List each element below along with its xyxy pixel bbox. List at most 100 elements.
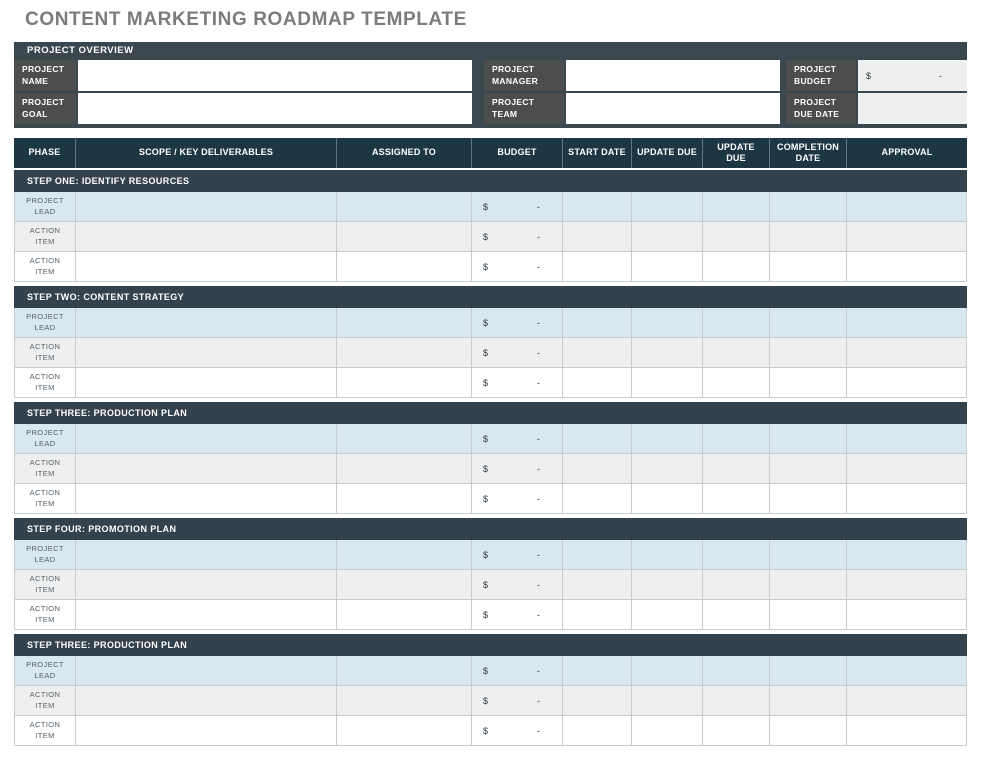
assigned-to-cell[interactable]: [337, 424, 472, 454]
scope-cell[interactable]: [76, 454, 337, 484]
start-date-cell[interactable]: [563, 424, 632, 454]
start-date-cell[interactable]: [563, 656, 632, 686]
completion-date-cell[interactable]: [770, 192, 847, 222]
budget-cell[interactable]: $-: [472, 686, 563, 716]
approval-cell[interactable]: [847, 308, 967, 338]
approval-cell[interactable]: [847, 338, 967, 368]
update-due-1-cell[interactable]: [632, 252, 703, 282]
update-due-2-cell[interactable]: [703, 192, 770, 222]
scope-cell[interactable]: [76, 484, 337, 514]
completion-date-cell[interactable]: [770, 540, 847, 570]
update-due-1-cell[interactable]: [632, 656, 703, 686]
update-due-1-cell[interactable]: [632, 454, 703, 484]
assigned-to-cell[interactable]: [337, 222, 472, 252]
approval-cell[interactable]: [847, 484, 967, 514]
update-due-2-cell[interactable]: [703, 368, 770, 398]
update-due-1-cell[interactable]: [632, 600, 703, 630]
start-date-cell[interactable]: [563, 338, 632, 368]
approval-cell[interactable]: [847, 656, 967, 686]
scope-cell[interactable]: [76, 192, 337, 222]
budget-cell[interactable]: $-: [472, 424, 563, 454]
approval-cell[interactable]: [847, 600, 967, 630]
completion-date-cell[interactable]: [770, 656, 847, 686]
budget-cell[interactable]: $-: [472, 570, 563, 600]
assigned-to-cell[interactable]: [337, 338, 472, 368]
approval-cell[interactable]: [847, 192, 967, 222]
scope-cell[interactable]: [76, 424, 337, 454]
budget-cell[interactable]: $-: [472, 192, 563, 222]
assigned-to-cell[interactable]: [337, 484, 472, 514]
start-date-cell[interactable]: [563, 252, 632, 282]
assigned-to-cell[interactable]: [337, 252, 472, 282]
approval-cell[interactable]: [847, 454, 967, 484]
update-due-1-cell[interactable]: [632, 686, 703, 716]
start-date-cell[interactable]: [563, 484, 632, 514]
completion-date-cell[interactable]: [770, 424, 847, 454]
update-due-1-cell[interactable]: [632, 338, 703, 368]
update-due-2-cell[interactable]: [703, 484, 770, 514]
completion-date-cell[interactable]: [770, 686, 847, 716]
approval-cell[interactable]: [847, 540, 967, 570]
update-due-2-cell[interactable]: [703, 570, 770, 600]
update-due-2-cell[interactable]: [703, 656, 770, 686]
completion-date-cell[interactable]: [770, 454, 847, 484]
budget-cell[interactable]: $-: [472, 308, 563, 338]
budget-cell[interactable]: $-: [472, 454, 563, 484]
update-due-2-cell[interactable]: [703, 338, 770, 368]
start-date-cell[interactable]: [563, 368, 632, 398]
assigned-to-cell[interactable]: [337, 570, 472, 600]
update-due-2-cell[interactable]: [703, 686, 770, 716]
approval-cell[interactable]: [847, 222, 967, 252]
update-due-1-cell[interactable]: [632, 716, 703, 746]
update-due-1-cell[interactable]: [632, 424, 703, 454]
update-due-2-cell[interactable]: [703, 308, 770, 338]
assigned-to-cell[interactable]: [337, 192, 472, 222]
assigned-to-cell[interactable]: [337, 454, 472, 484]
start-date-cell[interactable]: [563, 570, 632, 600]
update-due-1-cell[interactable]: [632, 192, 703, 222]
budget-cell[interactable]: $-: [472, 716, 563, 746]
scope-cell[interactable]: [76, 252, 337, 282]
scope-cell[interactable]: [76, 600, 337, 630]
assigned-to-cell[interactable]: [337, 540, 472, 570]
assigned-to-cell[interactable]: [337, 716, 472, 746]
update-due-1-cell[interactable]: [632, 570, 703, 600]
completion-date-cell[interactable]: [770, 308, 847, 338]
start-date-cell[interactable]: [563, 454, 632, 484]
completion-date-cell[interactable]: [770, 338, 847, 368]
budget-cell[interactable]: $-: [472, 656, 563, 686]
approval-cell[interactable]: [847, 716, 967, 746]
start-date-cell[interactable]: [563, 192, 632, 222]
completion-date-cell[interactable]: [770, 484, 847, 514]
scope-cell[interactable]: [76, 716, 337, 746]
approval-cell[interactable]: [847, 686, 967, 716]
update-due-2-cell[interactable]: [703, 600, 770, 630]
assigned-to-cell[interactable]: [337, 368, 472, 398]
start-date-cell[interactable]: [563, 600, 632, 630]
budget-cell[interactable]: $-: [472, 540, 563, 570]
start-date-cell[interactable]: [563, 308, 632, 338]
scope-cell[interactable]: [76, 686, 337, 716]
approval-cell[interactable]: [847, 424, 967, 454]
assigned-to-cell[interactable]: [337, 308, 472, 338]
project-name-input[interactable]: [78, 60, 472, 91]
budget-cell[interactable]: $-: [472, 222, 563, 252]
update-due-2-cell[interactable]: [703, 222, 770, 252]
assigned-to-cell[interactable]: [337, 656, 472, 686]
assigned-to-cell[interactable]: [337, 686, 472, 716]
completion-date-cell[interactable]: [770, 368, 847, 398]
completion-date-cell[interactable]: [770, 570, 847, 600]
scope-cell[interactable]: [76, 222, 337, 252]
project-goal-input[interactable]: [78, 93, 472, 124]
update-due-2-cell[interactable]: [703, 252, 770, 282]
update-due-2-cell[interactable]: [703, 424, 770, 454]
update-due-2-cell[interactable]: [703, 540, 770, 570]
approval-cell[interactable]: [847, 252, 967, 282]
update-due-1-cell[interactable]: [632, 222, 703, 252]
budget-cell[interactable]: $-: [472, 600, 563, 630]
budget-cell[interactable]: $-: [472, 252, 563, 282]
approval-cell[interactable]: [847, 570, 967, 600]
budget-cell[interactable]: $-: [472, 484, 563, 514]
scope-cell[interactable]: [76, 368, 337, 398]
scope-cell[interactable]: [76, 308, 337, 338]
